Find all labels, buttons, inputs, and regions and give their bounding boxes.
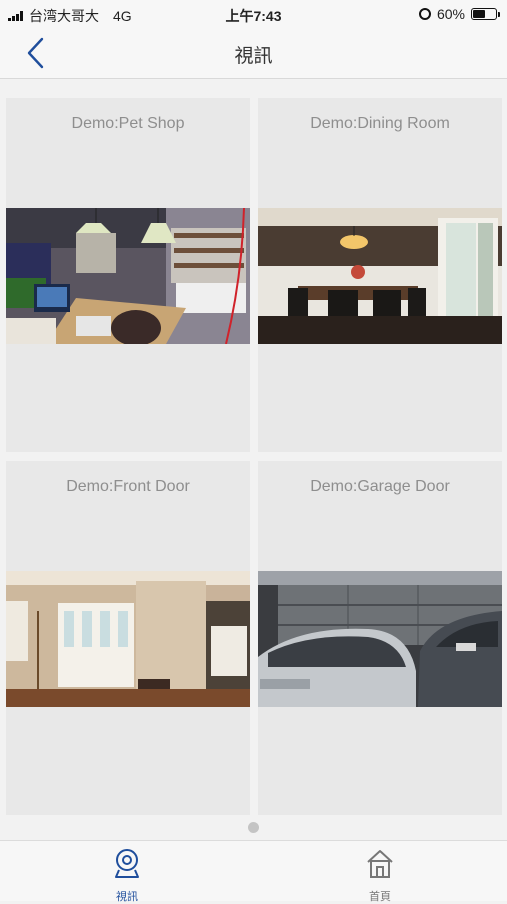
- navigation-bar: 視訊: [0, 28, 507, 79]
- camera-tile-front-door[interactable]: Demo:Front Door: [6, 461, 250, 815]
- tab-bar: 視訊 首頁: [0, 840, 507, 904]
- camera-label: Demo:Pet Shop: [71, 115, 185, 132]
- battery-icon: [471, 8, 500, 20]
- camera-snapshot-pet-shop: [6, 208, 250, 344]
- camera-label: Demo:Garage Door: [310, 478, 450, 495]
- tab-video-label: 視訊: [116, 891, 138, 903]
- status-bar: 台湾大哥大 4G 上午7:43 60%: [0, 0, 507, 28]
- camera-snapshot-dining-room: [258, 208, 502, 344]
- camera-snapshot-garage-door: [258, 571, 502, 707]
- tab-home[interactable]: 首頁: [340, 847, 420, 904]
- camera-snapshot-front-door: [6, 571, 250, 707]
- tab-home-label: 首頁: [369, 891, 391, 903]
- camera-tile-pet-shop[interactable]: Demo:Pet Shop: [6, 98, 250, 452]
- home-icon: [367, 850, 393, 878]
- tab-video[interactable]: 視訊: [87, 847, 167, 904]
- camera-tile-garage-door[interactable]: Demo:Garage Door: [258, 461, 502, 815]
- battery-fill: [473, 10, 486, 18]
- page-indicator-dot: [248, 822, 259, 833]
- camera-tile-dining-room[interactable]: Demo:Dining Room: [258, 98, 502, 452]
- alarm-icon: [418, 8, 431, 20]
- page-title: 視訊: [234, 46, 273, 67]
- webcam-icon: [115, 849, 139, 878]
- camera-label: Demo:Dining Room: [310, 115, 450, 132]
- status-right: 60%: [418, 6, 500, 22]
- camera-label: Demo:Front Door: [66, 478, 190, 495]
- battery-percent: 60%: [436, 6, 465, 22]
